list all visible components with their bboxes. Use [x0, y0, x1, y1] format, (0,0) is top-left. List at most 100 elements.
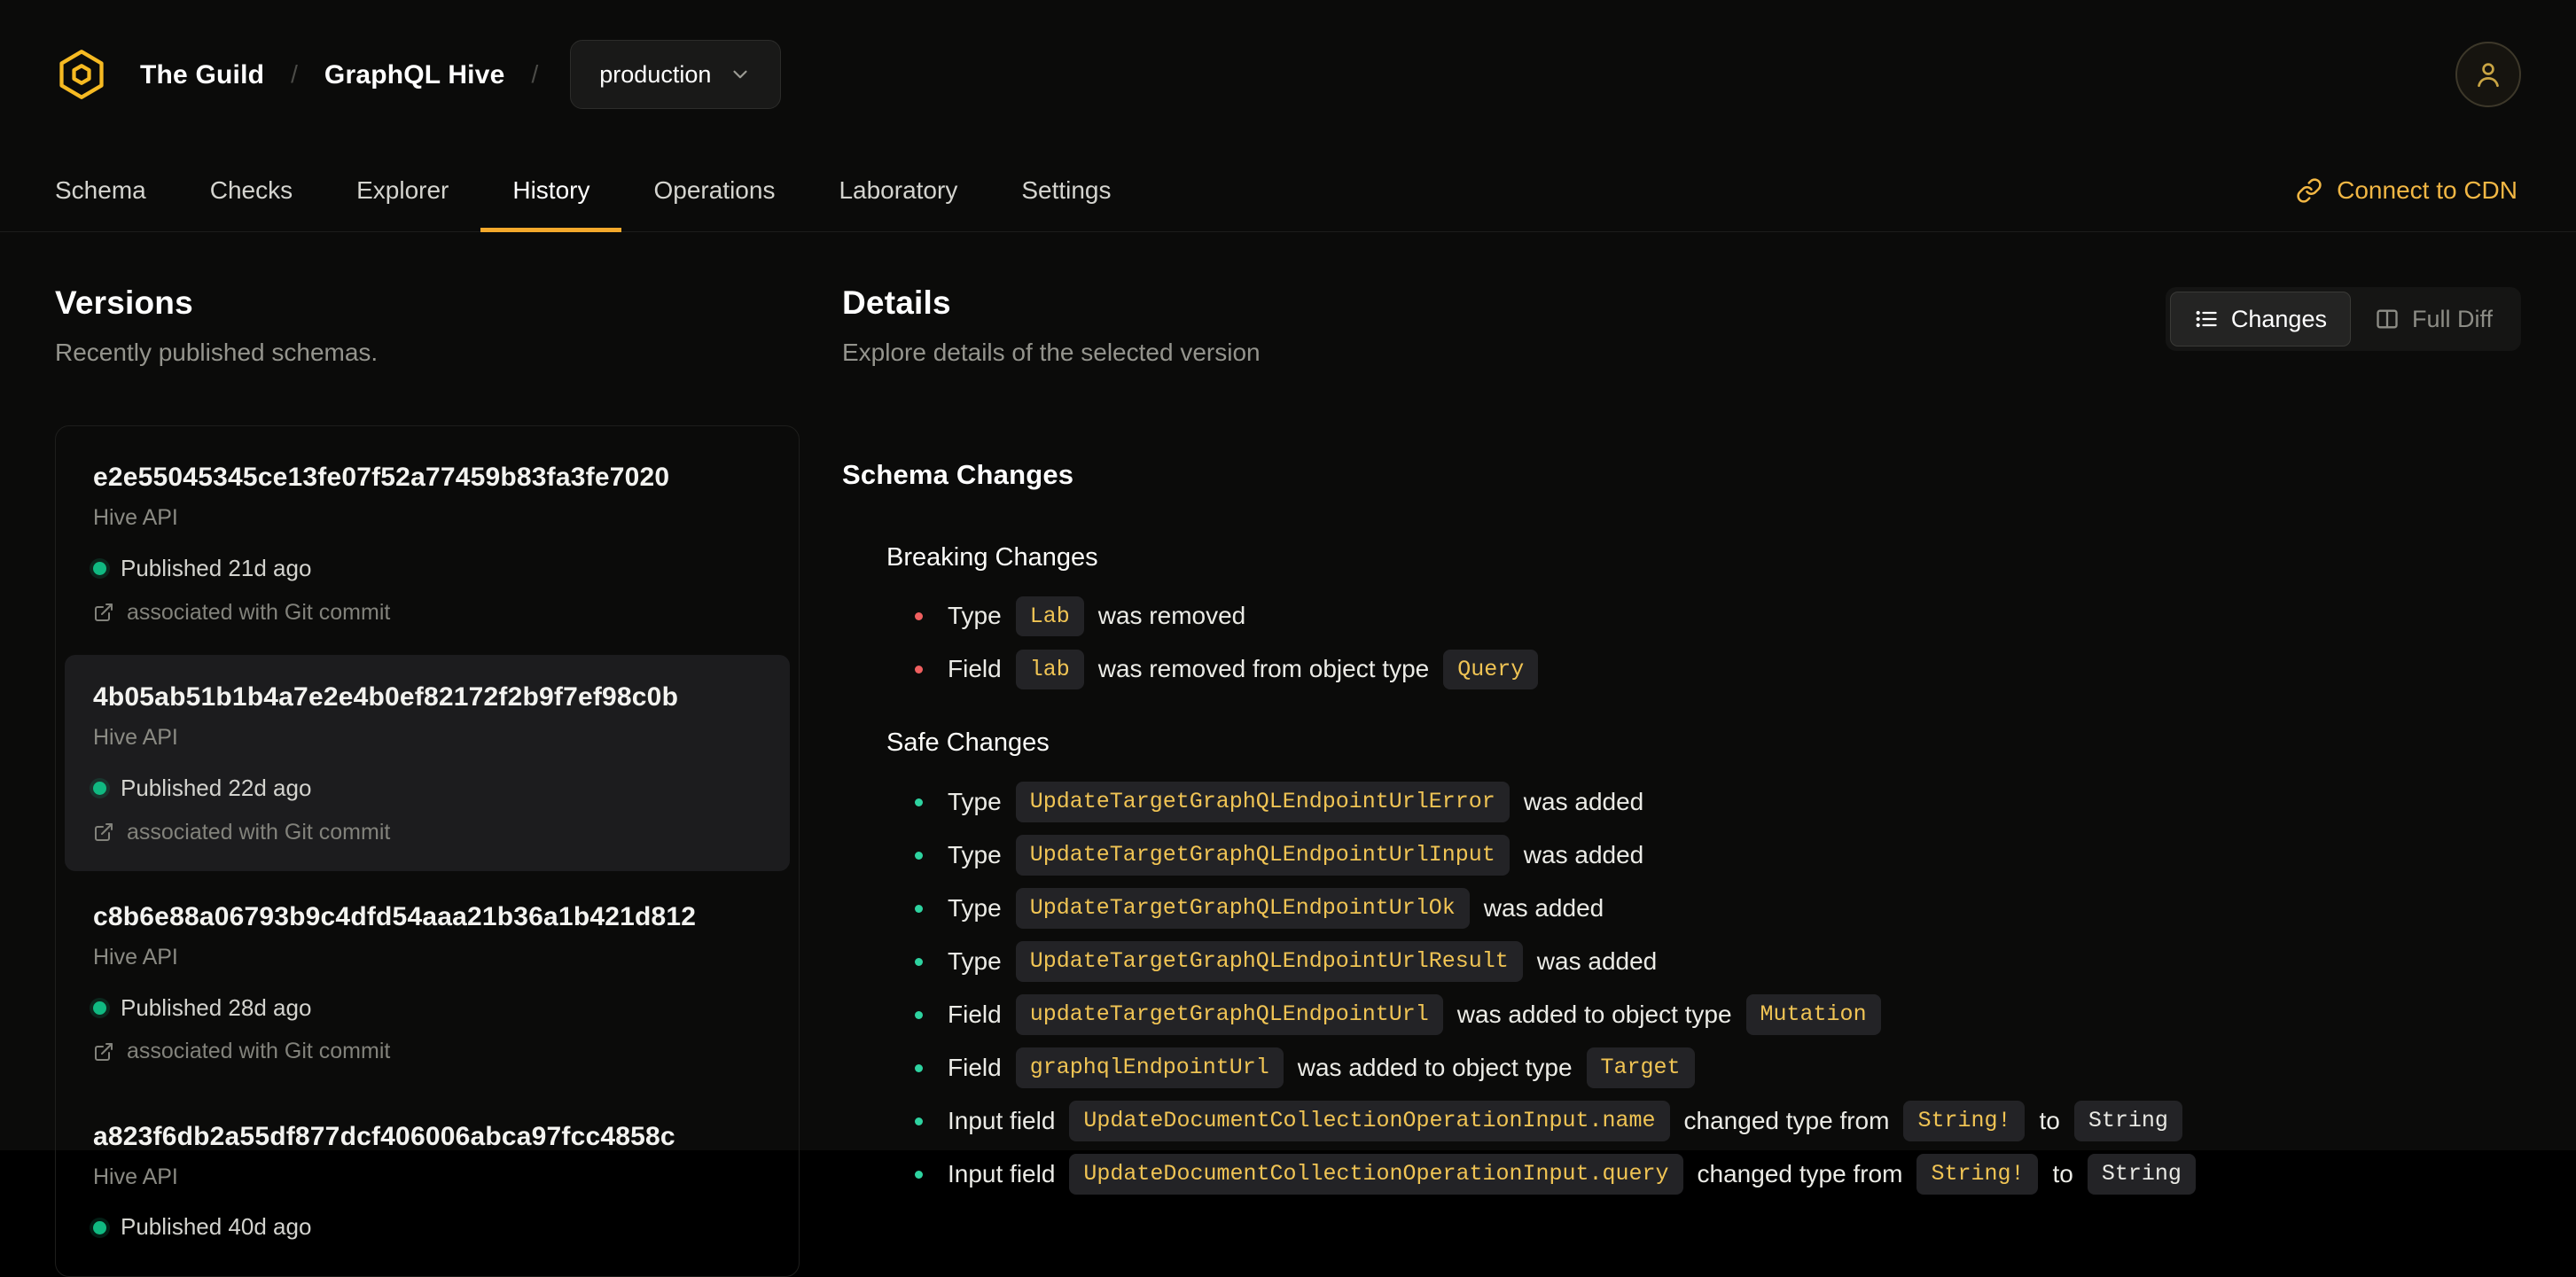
version-git-label: associated with Git commit: [127, 1039, 391, 1064]
breadcrumb-separator: /: [291, 59, 298, 88]
connect-cdn-label: Connect to CDN: [2337, 175, 2517, 204]
tab-laboratory[interactable]: Laboratory: [807, 149, 989, 231]
change-row: Field lab was removed from object type Quer…: [915, 649, 2521, 690]
change-text: to: [2052, 1159, 2073, 1187]
change-text: Type: [948, 946, 1002, 975]
versions-subtitle: Recently published schemas.: [55, 339, 379, 367]
version-hash: e2e55045345ce13fe07f52a77459b83fa3fe7020: [93, 463, 670, 493]
user-icon: [2478, 63, 2499, 88]
change-text: Type: [948, 787, 1002, 815]
code-chip: Mutation: [1745, 994, 1881, 1035]
connect-cdn-button[interactable]: Connect to CDN: [2260, 149, 2553, 231]
bullet-icon: [915, 1170, 923, 1179]
version-card[interactable]: 4b05ab51b1b4a7e2e4b0ef82172f2b9f7ef98c0b…: [65, 655, 790, 872]
tab-schema[interactable]: Schema: [23, 149, 178, 231]
link-icon: [2297, 177, 2322, 203]
version-card[interactable]: e2e55045345ce13fe07f52a77459b83fa3fe7020…: [65, 435, 790, 651]
code-chip: UpdateTargetGraphQLEndpointUrlError: [1015, 782, 1510, 822]
breadcrumb-org[interactable]: The Guild: [140, 58, 264, 92]
code-chip: lab: [1015, 649, 1084, 690]
change-group-title: Safe Changes: [886, 728, 1050, 758]
change-row: Type Lab was removed: [915, 596, 2521, 637]
change-text: Type: [948, 602, 1002, 630]
changes-toggle-button[interactable]: Changes: [2169, 292, 2351, 347]
change-row: Type UpdateTargetGraphQLEndpointUrlOk was …: [915, 888, 2521, 929]
code-chip: UpdateTargetGraphQLEndpointUrlResult: [1015, 941, 1523, 982]
details-panel: Details Explore details of the selected …: [842, 282, 2521, 1277]
target-selector[interactable]: production: [570, 40, 782, 109]
version-card[interactable]: c8b6e88a06793b9c4dfd54aaa21b36a1b421d812…: [65, 875, 790, 1091]
target-selector-label: production: [599, 60, 712, 88]
version-git-label: associated with Git commit: [127, 599, 391, 625]
version-service: Hive API: [93, 505, 178, 531]
schema-changes-section: Schema Changes Breaking Changes Type Lab wa…: [842, 457, 2521, 1195]
breadcrumb: The Guild / GraphQL Hive / production: [140, 40, 782, 109]
version-git-link[interactable]: associated with Git commit: [93, 1037, 761, 1066]
version-hash: 4b05ab51b1b4a7e2e4b0ef82172f2b9f7ef98c0b: [93, 682, 679, 712]
tab-settings[interactable]: Settings: [989, 149, 1143, 231]
code-chip: Lab: [1015, 596, 1084, 637]
user-menu-button[interactable]: [2455, 42, 2521, 107]
full-diff-toggle-label: Full Diff: [2411, 305, 2493, 332]
nav-tabs-bar: Schema Checks Explorer History Operations Lab…: [0, 149, 2576, 232]
bullet-icon: [915, 665, 923, 674]
version-status: Published 28d ago: [93, 993, 761, 1024]
status-dot-icon: [93, 1001, 106, 1015]
version-git-link[interactable]: associated with Git commit: [93, 598, 761, 627]
tab-explorer[interactable]: Explorer: [324, 149, 480, 231]
status-dot-icon: [93, 562, 106, 576]
versions-title: Versions: [55, 284, 193, 321]
change-text: Field: [948, 655, 1002, 683]
version-card[interactable]: a823f6db2a55df877dcf406006abca97fcc4858c…: [65, 1094, 790, 1267]
change-text: Type: [948, 893, 1002, 922]
change-row: Field updateTargetGraphQLEndpointUrl was a…: [915, 994, 2521, 1035]
version-service: Hive API: [93, 945, 178, 970]
change-list: Type UpdateTargetGraphQLEndpointUrlError w…: [915, 782, 2521, 1195]
tab-checks[interactable]: Checks: [178, 149, 324, 231]
change-row: Input field UpdateDocumentCollectionOpera…: [915, 1154, 2521, 1195]
version-hash: c8b6e88a06793b9c4dfd54aaa21b36a1b421d812: [93, 902, 697, 932]
code-chip: UpdateTargetGraphQLEndpointUrlOk: [1015, 888, 1470, 929]
external-link-icon: [95, 1042, 113, 1061]
schema-changes-title: Schema Changes: [842, 459, 1074, 491]
full-diff-toggle-button[interactable]: Full Diff: [2351, 292, 2517, 347]
status-dot-icon: [93, 782, 106, 796]
main-content: Versions Recently published schemas. e2e…: [0, 232, 2576, 1277]
bullet-icon: [915, 1063, 923, 1072]
change-groups: Breaking Changes Type Lab was removed Field l…: [842, 541, 2521, 1195]
breadcrumb-separator: /: [531, 59, 539, 88]
change-text: was added: [1523, 787, 1644, 815]
change-text: to: [2039, 1106, 2060, 1134]
change-text: was added to object type: [1297, 1053, 1573, 1081]
bullet-icon: [915, 1010, 923, 1019]
bullet-icon: [915, 1117, 923, 1125]
code-chip: UpdateDocumentCollectionOperationInput.q…: [1069, 1154, 1683, 1195]
tab-operations[interactable]: Operations: [621, 149, 807, 231]
change-text: was added: [1483, 893, 1604, 922]
change-text: changed type from: [1697, 1159, 1903, 1187]
bullet-icon: [915, 611, 923, 620]
hive-logo-icon[interactable]: [55, 48, 108, 101]
change-text: Field: [948, 1053, 1002, 1081]
code-chip: String!: [1916, 1154, 2039, 1195]
top-header: The Guild / GraphQL Hive / production: [0, 0, 2576, 149]
change-row: Field graphqlEndpointUrl was added to obje…: [915, 1047, 2521, 1088]
change-group-title: Breaking Changes: [886, 542, 1098, 572]
change-row: Type UpdateTargetGraphQLEndpointUrlInput w…: [915, 835, 2521, 876]
details-subtitle: Explore details of the selected version: [842, 339, 1261, 367]
bullet-icon: [915, 957, 923, 966]
code-chip: UpdateDocumentCollectionOperationInput.n…: [1069, 1101, 1670, 1141]
code-chip: Query: [1443, 649, 1539, 690]
external-link-icon: [95, 822, 113, 841]
change-text: changed type from: [1683, 1106, 1890, 1134]
tab-history[interactable]: History: [480, 149, 622, 232]
details-header-text: Details Explore details of the selected …: [842, 282, 1261, 369]
versions-panel: Versions Recently published schemas. e2e…: [55, 282, 800, 1277]
change-text: was added to object type: [1456, 1000, 1732, 1028]
version-git-link[interactable]: associated with Git commit: [93, 818, 761, 847]
breadcrumb-project[interactable]: GraphQL Hive: [324, 58, 505, 92]
code-chip: UpdateTargetGraphQLEndpointUrlInput: [1015, 835, 1510, 876]
diff-icon: [2377, 309, 2398, 329]
code-chip: String!: [1903, 1101, 2026, 1141]
version-published-label: Published 28d ago: [121, 993, 312, 1021]
